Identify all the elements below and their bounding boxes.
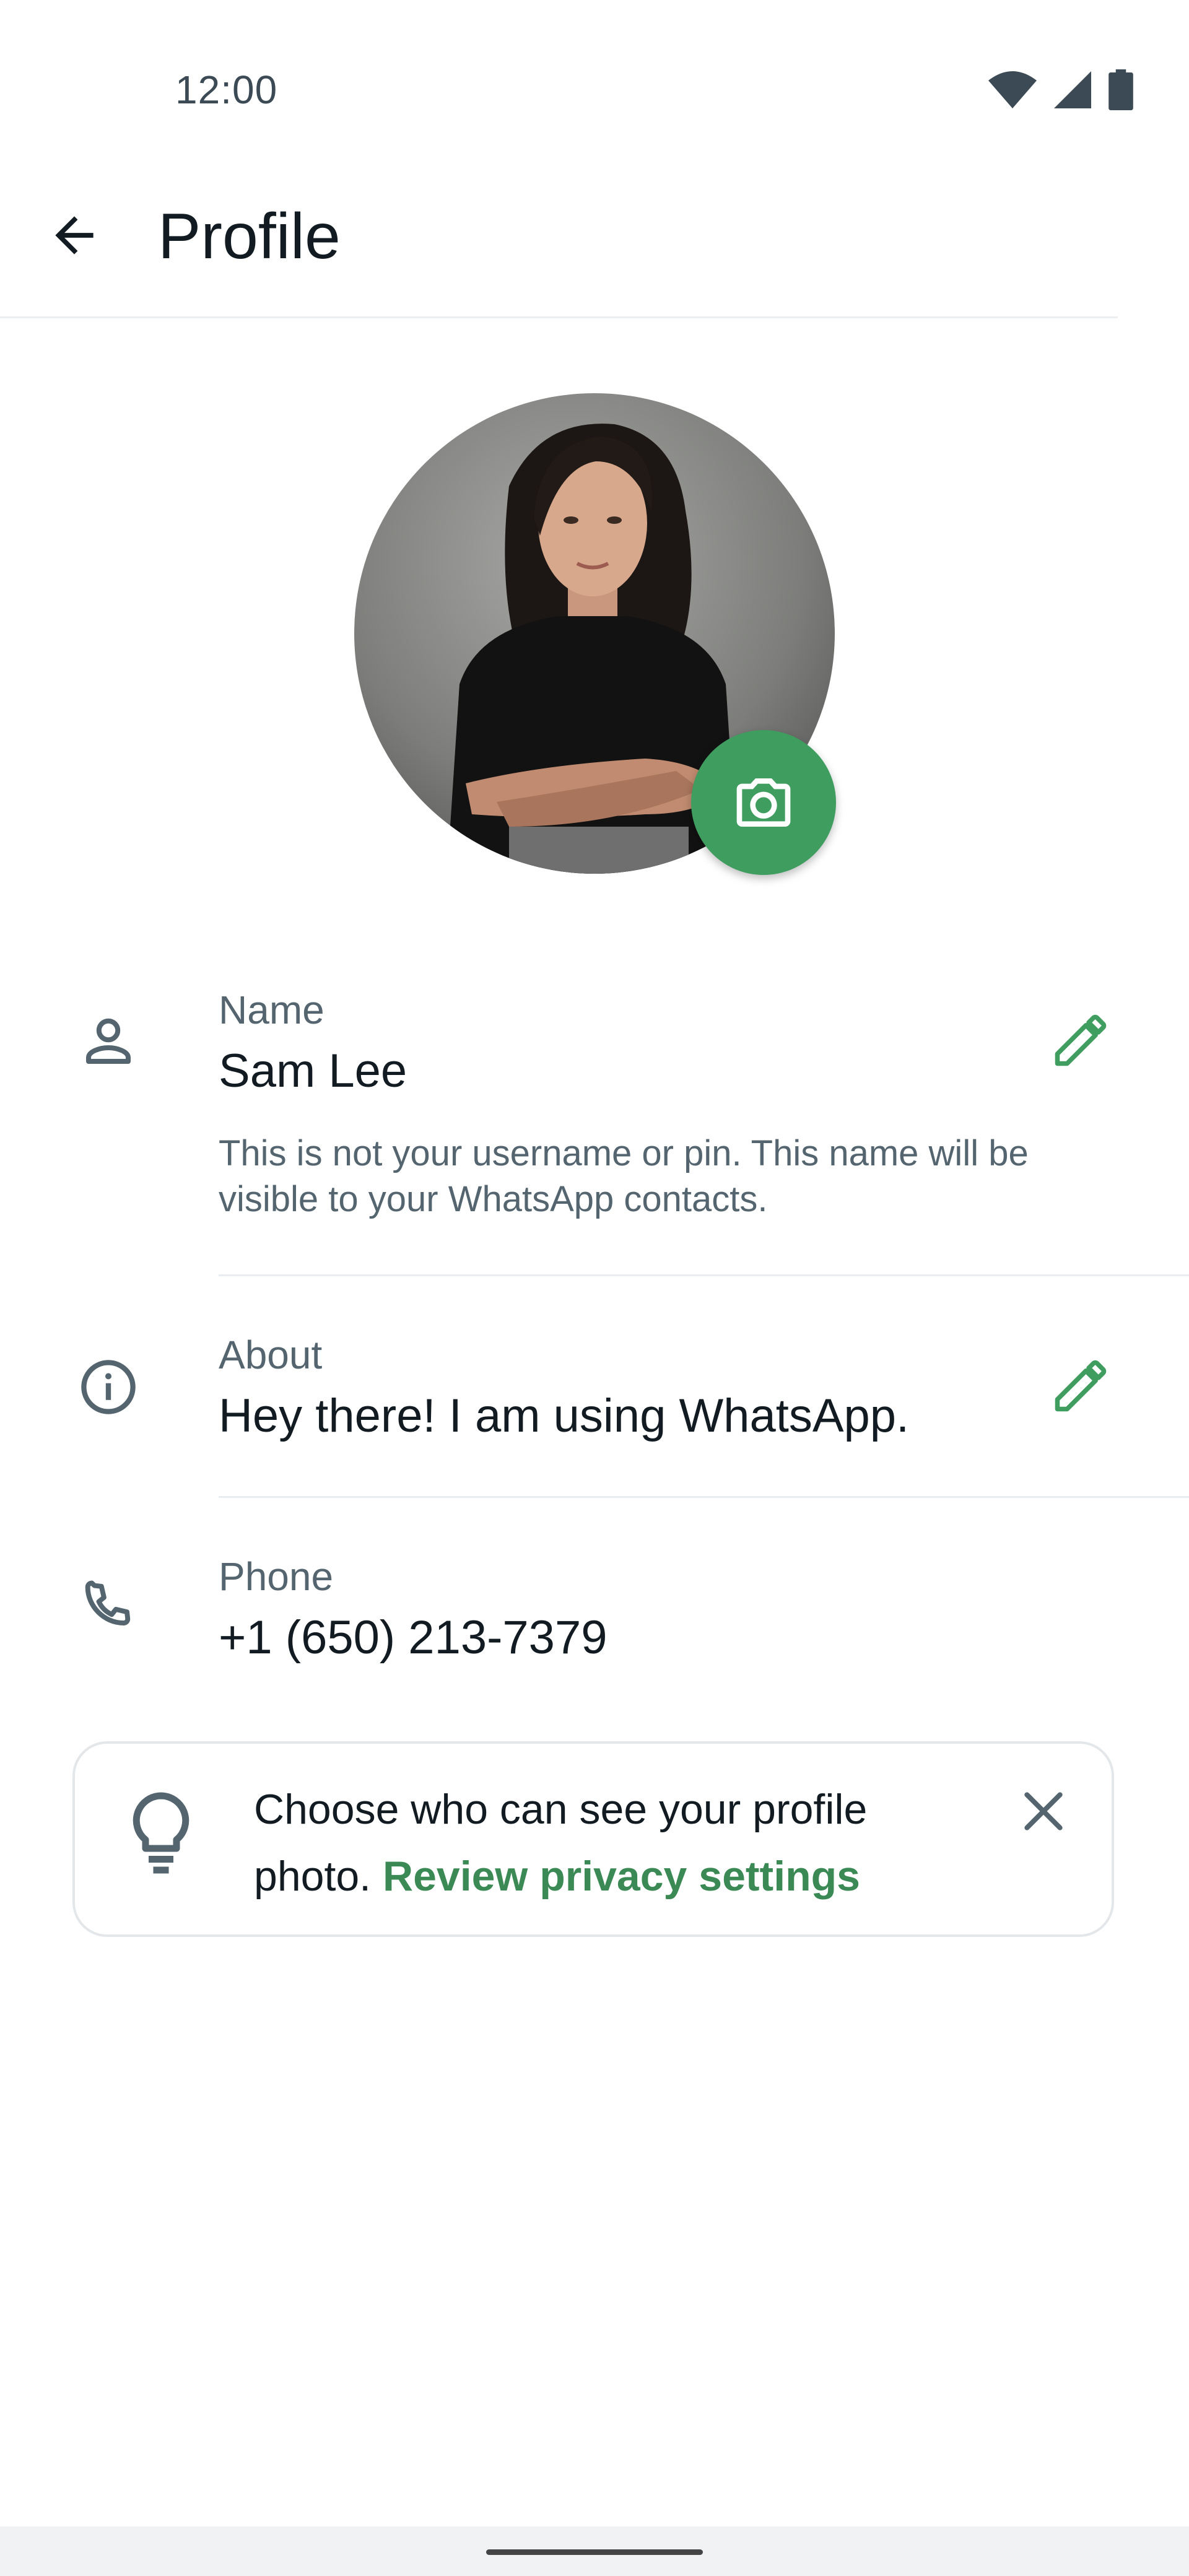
arrow-left-icon [55,216,94,255]
status-icons [988,68,1133,111]
battery-icon [1108,69,1133,110]
phone-label: Phone [219,1554,334,1599]
home-handle[interactable] [486,2549,703,2555]
appbar-divider [0,316,1118,318]
phone-icon [71,1570,146,1645]
lightbulb-icon [118,1783,204,1882]
pencil-icon [1055,1360,1107,1412]
wifi-icon [988,71,1037,108]
name-label: Name [219,988,324,1032]
review-privacy-link[interactable]: Review privacy settings [383,1853,860,1900]
about-value: Hey there! I am using WhatsApp. [219,1390,910,1442]
pencil-icon [1055,1014,1107,1066]
close-icon [1024,1792,1063,1830]
edit-name-button[interactable] [1037,997,1124,1084]
divider [219,1496,1189,1498]
back-button[interactable] [37,198,111,272]
about-label: About [219,1333,323,1377]
info-icon [71,1350,146,1424]
camera-icon [736,778,791,827]
page-title: Profile [158,201,341,272]
dismiss-tip-button[interactable] [1003,1771,1084,1852]
name-value: Sam Lee [219,1045,407,1097]
phone-value: +1 (650) 213-7379 [219,1611,608,1664]
name-help-text: This is not your username or pin. This n… [219,1133,1029,1219]
privacy-tip-text: Choose who can see your profile photo. R… [254,1776,935,1910]
signal-icon [1054,71,1091,108]
status-time: 12:00 [175,67,278,112]
divider [219,1274,1189,1276]
edit-about-button[interactable] [1037,1342,1124,1429]
person-icon [71,1004,146,1079]
change-photo-button[interactable] [691,730,836,875]
